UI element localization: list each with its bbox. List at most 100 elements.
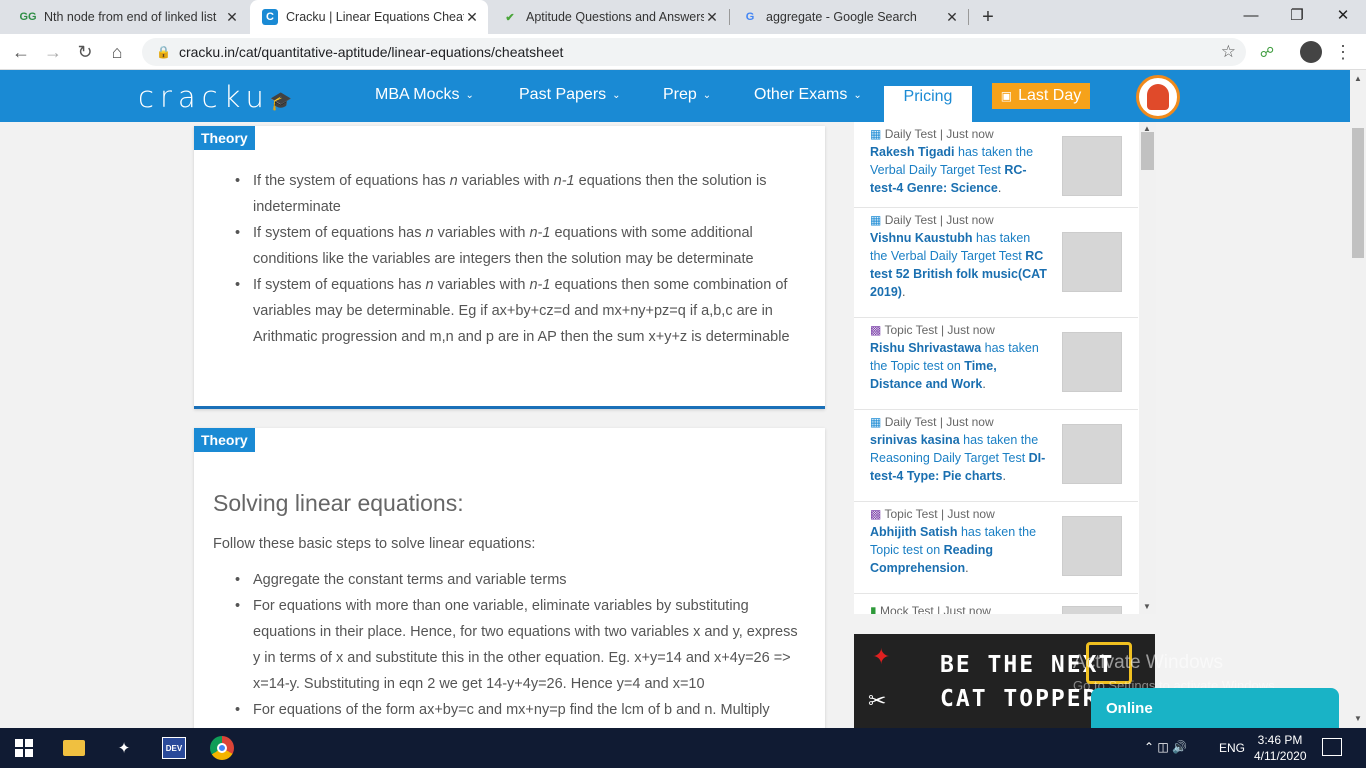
chevron-down-icon: ⌄ — [702, 89, 712, 101]
scroll-down-icon[interactable]: ▼ — [1143, 602, 1151, 611]
menu-icon[interactable]: ⋮ — [1330, 39, 1356, 65]
list-item: If system of equations has n variables w… — [235, 272, 803, 350]
new-tab-button[interactable]: + — [974, 0, 1002, 34]
user-placeholder-avatar — [1062, 516, 1122, 576]
theory-card-2: Theory Solving linear equations: Follow … — [194, 428, 825, 728]
last-day-button[interactable]: ▣ Last Day — [992, 83, 1090, 109]
tab-close-icon[interactable]: ✕ — [224, 9, 240, 26]
gfg-favicon-icon: GG — [19, 11, 37, 23]
nav-past-papers[interactable]: Past Papers ⌄ — [519, 86, 621, 104]
calendar-icon: ▦ — [870, 213, 882, 227]
user-placeholder-avatar — [1062, 424, 1122, 484]
address-bar[interactable]: 🔒 cracku.in/cat/quantitative-aptitude/li… — [142, 38, 1246, 66]
tab-title: Aptitude Questions and Answers — [526, 10, 704, 24]
document-icon: ▩ — [870, 507, 882, 521]
person-icon — [1147, 84, 1169, 110]
app-bird-icon[interactable]: ✦ — [110, 734, 138, 762]
feed-item: ▩ Topic Test | Just now Rishu Shrivastaw… — [854, 318, 1138, 410]
tab-cracku[interactable]: C Cracku | Linear Equations Cheatsh ✕ — [250, 0, 488, 34]
list-item: For equations of the form ax+by=c and mx… — [235, 697, 803, 723]
bookmark-star-icon[interactable]: ☆ — [1221, 42, 1236, 62]
activity-feed: ▦ Daily Test | Just now Rakesh Tigadi ha… — [854, 122, 1156, 614]
url-text: cracku.in/cat/quantitative-aptitude/line… — [178, 44, 564, 60]
back-icon[interactable]: ← — [8, 39, 34, 65]
tab-title: aggregate - Google Search — [766, 10, 917, 24]
nav-mba-mocks[interactable]: MBA Mocks ⌄ — [375, 86, 474, 104]
calendar-icon: ▣ — [1000, 89, 1013, 103]
calendar-icon: ▦ — [870, 127, 882, 141]
extension-icon[interactable]: ☍ — [1254, 39, 1280, 65]
tab-gfg[interactable]: GG Nth node from end of linked list ✕ — [8, 0, 248, 34]
reload-icon[interactable]: ↻ — [72, 39, 98, 65]
profile-icon[interactable] — [1298, 39, 1324, 65]
tab-separator — [968, 9, 969, 25]
restore-button[interactable]: ❐ — [1274, 0, 1320, 30]
chrome-icon[interactable] — [208, 734, 236, 762]
page-content: Theory If the system of equations has n … — [0, 122, 1350, 728]
feed-meta: ▩ Topic Test | Just now — [870, 507, 995, 521]
feed-item: ▦ Daily Test | Just now Vishnu Kaustubh … — [854, 208, 1138, 318]
section-heading: Solving linear equations: — [213, 490, 464, 516]
site-navbar: cracku🎓 MBA Mocks ⌄ Past Papers ⌄ Prep ⌄ Ot… — [0, 70, 1350, 122]
list-item: If the system of equations has n variabl… — [235, 168, 803, 220]
minimize-button[interactable]: — — [1228, 0, 1274, 30]
scissors-icon: ✂ — [868, 688, 887, 713]
nav-other-exams[interactable]: Other Exams ⌄ — [754, 86, 862, 104]
forward-icon[interactable]: → — [40, 39, 66, 65]
feed-meta: ▦ Daily Test | Just now — [870, 213, 994, 227]
clock[interactable]: 3:46 PM 4/11/2020 — [1254, 732, 1307, 764]
scroll-up-icon[interactable]: ▲ — [1354, 74, 1362, 83]
feed-text: Rishu Shrivastawa has taken the Topic te… — [870, 341, 1039, 391]
feed-text: Abhijith Satish has taken the Topic test… — [870, 525, 1037, 575]
page-scrollbar[interactable]: ▲ ▼ — [1350, 70, 1366, 728]
theory-badge: Theory — [194, 126, 255, 150]
chevron-down-icon: ⌄ — [612, 89, 621, 101]
feed-meta: ▩ Topic Test | Just now — [870, 323, 995, 337]
file-explorer-icon[interactable] — [60, 734, 88, 762]
close-window-button[interactable]: ✕ — [1320, 0, 1366, 30]
cracku-favicon-icon: C — [262, 9, 278, 25]
feed-scroll-thumb[interactable] — [1141, 132, 1154, 170]
page-scroll-thumb[interactable] — [1352, 128, 1364, 258]
indiabix-favicon-icon: ✔ — [505, 11, 515, 24]
windows-start-icon[interactable] — [10, 734, 38, 762]
google-favicon-icon: G — [745, 11, 755, 23]
dev-cpp-icon[interactable]: DEV — [160, 734, 188, 762]
tab-aptitude[interactable]: ✔ Aptitude Questions and Answers ✕ — [490, 0, 728, 34]
chevron-down-icon: ⌄ — [853, 89, 862, 101]
language-indicator[interactable]: ENG — [1219, 741, 1245, 755]
feed-item: ▮ Mock Test | Just now — [854, 594, 1138, 614]
windows-taskbar: ✦ DEV ⌃ ◫ 🔊 ENG 3:46 PM 4/11/2020 — [0, 728, 1366, 768]
browser-toolbar: ← → ↻ ⌂ 🔒 cracku.in/cat/quantitative-apt… — [0, 34, 1366, 70]
activate-windows-watermark: Activate Windows — [1073, 652, 1223, 673]
theory-list-1: If the system of equations has n variabl… — [235, 168, 803, 350]
section-intro: Follow these basic steps to solve linear… — [213, 536, 536, 552]
bookmark-icon: ▮ — [870, 604, 877, 614]
system-tray-icons[interactable]: ⌃ ◫ 🔊 — [1144, 740, 1187, 754]
notification-icon[interactable] — [1322, 738, 1342, 756]
tab-google[interactable]: G aggregate - Google Search ✕ — [730, 0, 968, 34]
nav-pricing[interactable]: Pricing — [884, 86, 972, 122]
home-icon[interactable]: ⌂ — [104, 39, 130, 65]
feed-text: Rakesh Tigadi has taken the Verbal Daily… — [870, 145, 1034, 195]
tab-strip: GG Nth node from end of linked list ✕ C … — [0, 0, 1366, 34]
list-item: Aggregate the constant terms and variabl… — [235, 567, 803, 593]
tab-close-icon[interactable]: ✕ — [704, 9, 720, 26]
theory-card-1: Theory If the system of equations has n … — [194, 126, 825, 409]
online-chat-widget[interactable]: Online — [1091, 688, 1339, 728]
feed-meta: ▦ Daily Test | Just now — [870, 415, 994, 429]
feed-scrollbar[interactable]: ▲ ▼ — [1139, 122, 1156, 614]
tab-close-icon[interactable]: ✕ — [944, 9, 960, 26]
cracku-logo[interactable]: cracku🎓 — [138, 80, 292, 114]
user-placeholder-avatar — [1062, 332, 1122, 392]
steps-list: Aggregate the constant terms and variabl… — [235, 567, 803, 723]
theory-badge: Theory — [194, 428, 255, 452]
feed-text: Vishnu Kaustubh has taken the Verbal Dai… — [870, 231, 1047, 299]
user-avatar[interactable] — [1136, 75, 1180, 119]
scroll-down-icon[interactable]: ▼ — [1354, 714, 1362, 723]
pin-icon: ✦ — [872, 644, 891, 669]
list-item: If system of equations has n variables w… — [235, 220, 803, 272]
nav-prep[interactable]: Prep ⌄ — [663, 86, 711, 104]
graduation-cap-icon: 🎓 — [269, 91, 293, 112]
tab-close-icon[interactable]: ✕ — [464, 9, 480, 26]
